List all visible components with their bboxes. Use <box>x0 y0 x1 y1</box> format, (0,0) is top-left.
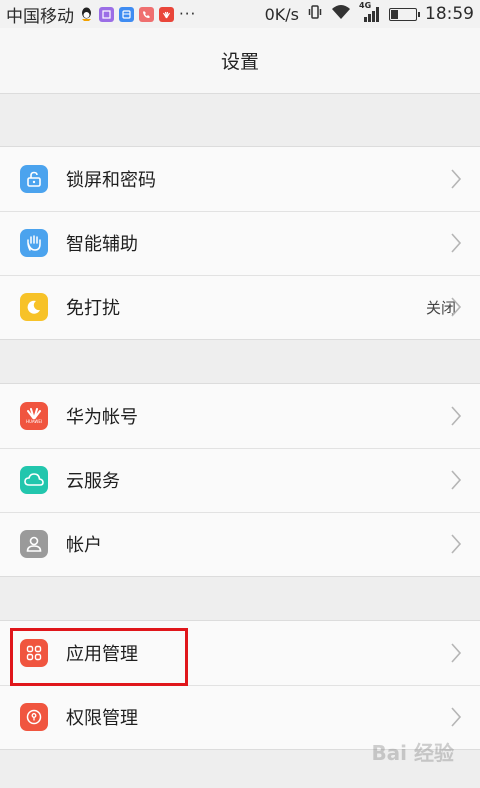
huawei-logo-text: HUAWEI <box>25 419 43 424</box>
chevron-right-icon <box>451 233 462 253</box>
title-bar: 设置 <box>0 28 480 94</box>
gallery-icon <box>99 6 114 22</box>
chevron-right-icon <box>451 707 462 727</box>
row-label: 权限管理 <box>66 708 138 729</box>
chevron-right-icon <box>451 297 462 317</box>
watermark: Bai 经验 <box>371 741 454 765</box>
clock: 18:59 <box>425 4 474 24</box>
lock-icon <box>20 165 48 193</box>
settings-group-accounts: HUAWEI 华为帐号 云服务 帐户 <box>0 383 480 577</box>
net-speed: 0K/s <box>264 4 299 24</box>
calendar-icon <box>119 6 134 22</box>
row-label: 免打扰 <box>66 298 120 319</box>
phone-icon <box>139 6 154 22</box>
carrier-label: 中国移动 <box>6 6 74 27</box>
hand-icon <box>20 229 48 257</box>
wifi-icon <box>331 4 351 24</box>
chevron-right-icon <box>451 534 462 554</box>
chevron-right-icon <box>451 643 462 663</box>
page-title: 设置 <box>220 51 259 73</box>
qq-icon <box>79 7 94 22</box>
row-label: 帐户 <box>66 535 102 556</box>
row-label: 智能辅助 <box>66 234 138 255</box>
signal-icon: 4G <box>359 1 381 22</box>
huawei-icon <box>159 6 174 22</box>
status-bar: 中国移动 ··· 0K/s 4G 18:59 <box>0 0 480 28</box>
row-account[interactable]: 帐户 <box>0 512 480 576</box>
cloud-icon <box>20 466 48 494</box>
chevron-right-icon <box>451 169 462 189</box>
row-do-not-disturb[interactable]: 免打扰 关闭 <box>0 275 480 339</box>
permission-icon <box>20 703 48 731</box>
battery-fill <box>391 9 398 19</box>
highlight-box <box>10 628 188 686</box>
row-smart-assist[interactable]: 智能辅助 <box>0 211 480 275</box>
moon-icon <box>20 293 48 321</box>
chevron-right-icon <box>451 470 462 490</box>
settings-group-security: 锁屏和密码 智能辅助 免打扰 关闭 <box>0 146 480 340</box>
row-label: 华为帐号 <box>66 407 138 428</box>
battery-icon <box>389 7 420 21</box>
row-cloud-service[interactable]: 云服务 <box>0 448 480 512</box>
row-label: 锁屏和密码 <box>66 170 156 191</box>
more-notifications-icon: ··· <box>179 5 197 23</box>
row-lock-screen[interactable]: 锁屏和密码 <box>0 147 480 211</box>
user-icon <box>20 530 48 558</box>
vibrate-icon <box>307 4 323 24</box>
row-label: 云服务 <box>66 471 120 492</box>
chevron-right-icon <box>451 406 462 426</box>
row-huawei-account[interactable]: HUAWEI 华为帐号 <box>0 384 480 448</box>
huawei-icon: HUAWEI <box>20 402 48 430</box>
